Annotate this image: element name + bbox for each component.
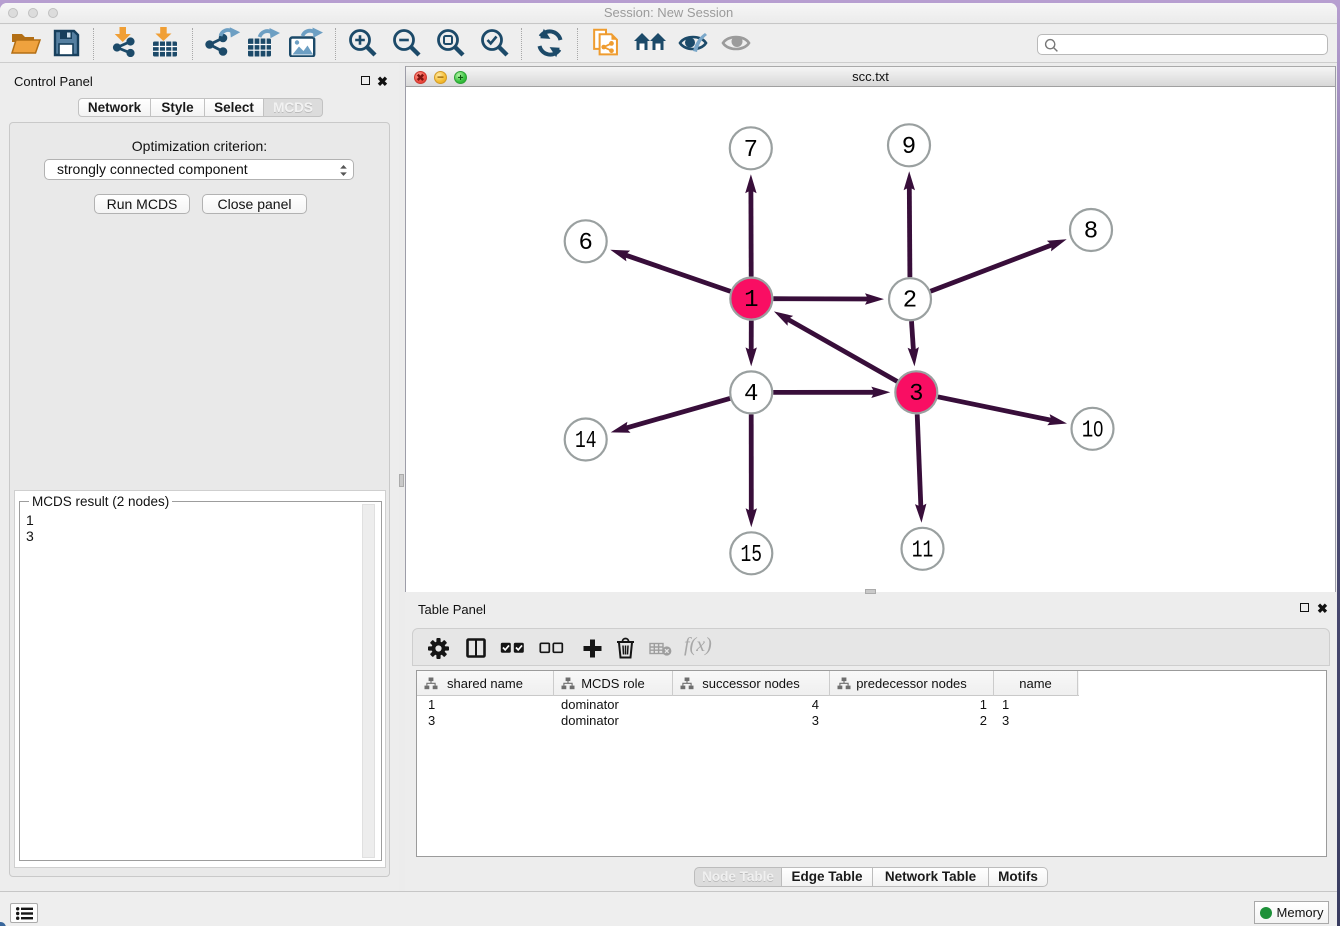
svg-text:2: 2	[903, 288, 917, 315]
svg-text:14: 14	[575, 428, 597, 455]
svg-text:8: 8	[1084, 219, 1098, 246]
svg-text:1: 1	[744, 287, 758, 314]
svg-text:10: 10	[1082, 416, 1104, 444]
svg-text:9: 9	[902, 134, 916, 161]
svg-text:7: 7	[744, 137, 758, 164]
svg-text:6: 6	[578, 230, 592, 257]
svg-text:11: 11	[912, 537, 934, 564]
svg-text:15: 15	[741, 542, 763, 569]
svg-text:4: 4	[744, 381, 758, 408]
svg-text:3: 3	[909, 381, 923, 408]
